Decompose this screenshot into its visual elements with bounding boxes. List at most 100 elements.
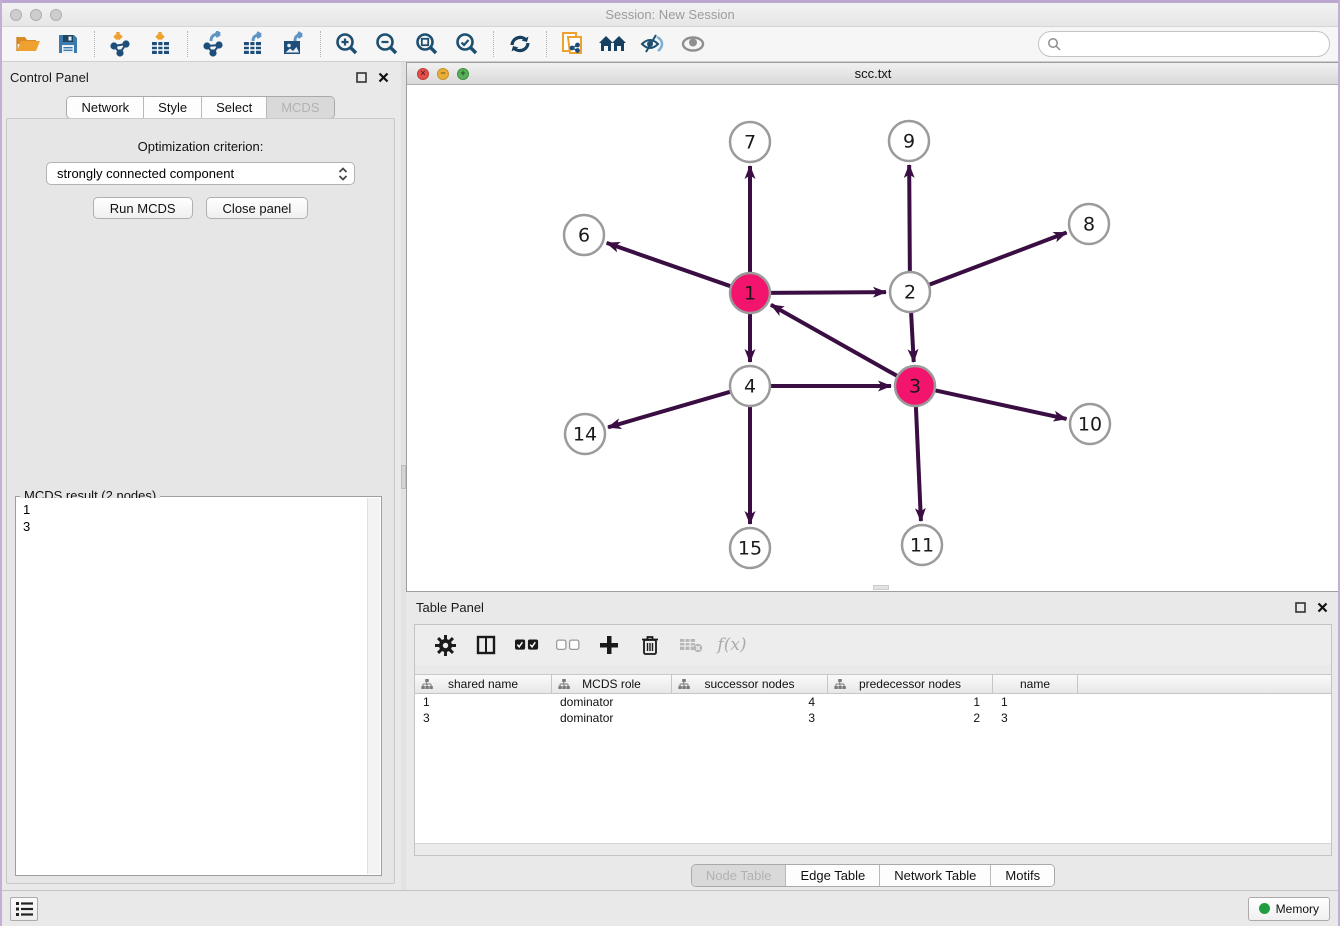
zoom-fit-button[interactable] [407,29,447,59]
graph-node-1[interactable]: 1 [730,273,770,313]
function-builder-button[interactable]: f(x) [720,633,744,657]
show-task-history-button[interactable] [10,897,38,921]
graph-edge-2-9[interactable] [909,165,910,274]
column-header-mcds-role[interactable]: MCDS role [552,675,672,693]
first-neighbors-button[interactable] [593,29,633,59]
svg-text:2: 2 [904,282,916,304]
add-column-button[interactable] [597,633,621,657]
tab-network-table[interactable]: Network Table [880,865,991,886]
svg-text:14: 14 [573,424,597,446]
graph-node-14[interactable]: 14 [565,414,605,454]
tab-style[interactable]: Style [144,97,202,118]
graph-node-3[interactable]: 3 [895,366,935,406]
zoom-selected-button[interactable] [447,29,487,59]
clone-network-button[interactable] [553,29,593,59]
graph-node-10[interactable]: 10 [1070,404,1110,444]
float-table-panel-icon[interactable] [1292,599,1308,615]
graph-edge-3-10[interactable] [933,390,1067,419]
graph-edge-2-3[interactable] [911,310,914,362]
network-close-button[interactable]: × [417,68,429,80]
export-image-button[interactable] [274,29,314,59]
apply-layout-button[interactable] [500,29,540,59]
result-item[interactable]: 1 [23,501,361,518]
graph-node-11[interactable]: 11 [902,525,942,565]
zoom-in-icon [334,31,360,57]
column-header-shared-name[interactable]: shared name [415,675,552,693]
column-header-successor-nodes[interactable]: successor nodes [672,675,828,693]
graph-edge-1-2[interactable] [768,292,886,293]
import-table-button[interactable] [141,29,181,59]
network-graph[interactable]: 7 9 6 8 1 2 4 3 14 10 15 11 [407,85,1339,586]
graph-node-8[interactable]: 8 [1069,204,1109,244]
column-visibility-button[interactable] [474,633,498,657]
search-field[interactable] [1038,31,1330,57]
mcds-result-group: MCDS result (2 nodes) 1 3 [15,496,382,876]
tab-node-table[interactable]: Node Table [692,865,787,886]
export-table-button[interactable] [234,29,274,59]
table-row[interactable]: 1 dominator 4 1 1 [415,694,1331,710]
table-settings-button[interactable] [433,633,457,657]
memory-button[interactable]: Memory [1248,897,1330,921]
toolbar-separator [546,31,547,57]
open-folder-icon [15,32,41,56]
close-table-panel-icon[interactable] [1314,599,1330,615]
network-minimize-button[interactable]: − [437,68,449,80]
graph-edge-1-6[interactable] [607,243,733,287]
close-window-button[interactable] [10,9,22,21]
tab-edge-table[interactable]: Edge Table [786,865,880,886]
run-mcds-button[interactable]: Run MCDS [93,197,193,219]
divider-grab-handle[interactable] [401,465,406,489]
search-input[interactable] [1066,37,1329,52]
graph-node-4[interactable]: 4 [730,366,770,406]
export-image-icon [281,31,307,57]
graph-node-7[interactable]: 7 [730,122,770,162]
zoom-out-button[interactable] [367,29,407,59]
network-view-window: × − + scc.txt 7968124314101511 [406,62,1340,592]
show-all-button[interactable] [673,29,713,59]
select-all-button[interactable] [515,633,539,657]
status-bar: Memory [0,890,1340,926]
network-canvas[interactable]: 7 9 6 8 1 2 4 3 14 10 15 11 [407,85,1339,591]
tab-select[interactable]: Select [202,97,267,118]
table-row[interactable]: 3 dominator 3 2 3 [415,710,1331,726]
criterion-select[interactable]: strongly connected component [46,162,355,185]
graph-edge-4-14[interactable] [608,391,733,427]
svg-text:4: 4 [744,376,756,398]
import-network-button[interactable] [101,29,141,59]
tab-network[interactable]: Network [67,97,144,118]
graph-node-9[interactable]: 9 [889,121,929,161]
tab-motifs[interactable]: Motifs [991,865,1054,886]
svg-text:3: 3 [909,376,921,398]
column-header-name[interactable]: name [993,675,1078,693]
tab-mcds[interactable]: MCDS [267,97,333,118]
mcds-result-list[interactable]: 1 3 [17,498,367,874]
hide-selected-button[interactable] [633,29,673,59]
refresh-icon [507,31,533,57]
graph-edge-3-11[interactable] [916,404,921,521]
result-item[interactable]: 3 [23,518,361,535]
zoom-in-button[interactable] [327,29,367,59]
close-panel-icon[interactable] [375,69,391,85]
network-zoom-button[interactable]: + [457,68,469,80]
close-panel-button[interactable]: Close panel [206,197,309,219]
delete-column-button[interactable] [638,633,662,657]
graph-node-15[interactable]: 15 [730,528,770,568]
graph-edge-3-1[interactable] [771,305,899,377]
graph-edge-2-8[interactable] [927,233,1067,286]
float-panel-icon[interactable] [353,69,369,85]
delete-table-button[interactable] [679,633,703,657]
minimize-window-button[interactable] [30,9,42,21]
column-type-icon [421,679,433,690]
deselect-all-button[interactable] [556,633,580,657]
canvas-resize-handle[interactable] [873,585,889,590]
save-session-button[interactable] [48,29,88,59]
toolbar-separator [320,31,321,57]
open-session-button[interactable] [8,29,48,59]
column-header-predecessor-nodes[interactable]: predecessor nodes [828,675,993,693]
graph-node-6[interactable]: 6 [564,215,604,255]
export-network-button[interactable] [194,29,234,59]
zoom-window-button[interactable] [50,9,62,21]
graph-node-2[interactable]: 2 [890,272,930,312]
table-horizontal-scrollbar[interactable] [415,843,1331,855]
result-scrollbar[interactable] [367,498,380,874]
